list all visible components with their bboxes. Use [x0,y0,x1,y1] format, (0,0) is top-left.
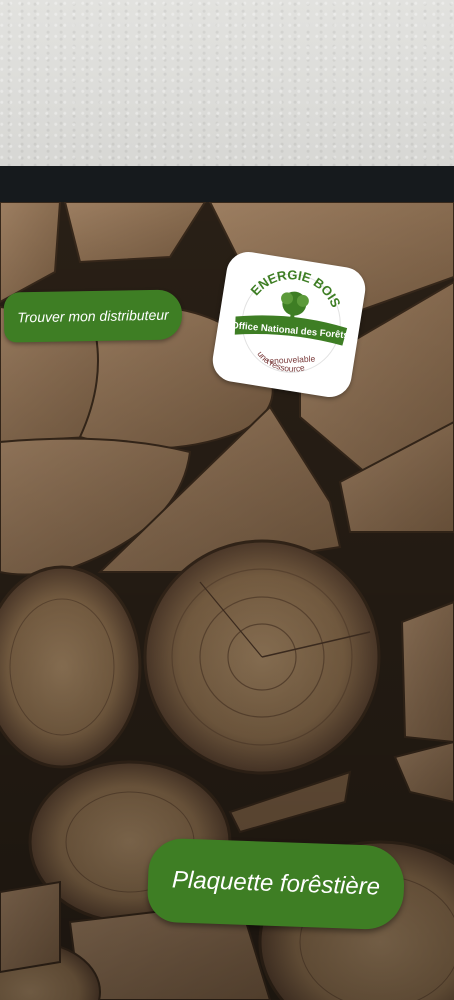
plaquette-forestiere-button[interactable]: Plaquette forêstière [146,837,406,931]
display-screen: Trouver mon distributeur ENERGIE BOIS Of… [0,202,454,1000]
logo-tagline-2: renouvelable [266,354,315,367]
energie-bois-logo: ENERGIE BOIS Office National des Forêts … [209,248,369,401]
find-distributor-button[interactable]: Trouver mon distributeur [3,289,183,343]
wall-background [0,0,454,166]
display-frame: Trouver mon distributeur ENERGIE BOIS Of… [0,166,454,1000]
